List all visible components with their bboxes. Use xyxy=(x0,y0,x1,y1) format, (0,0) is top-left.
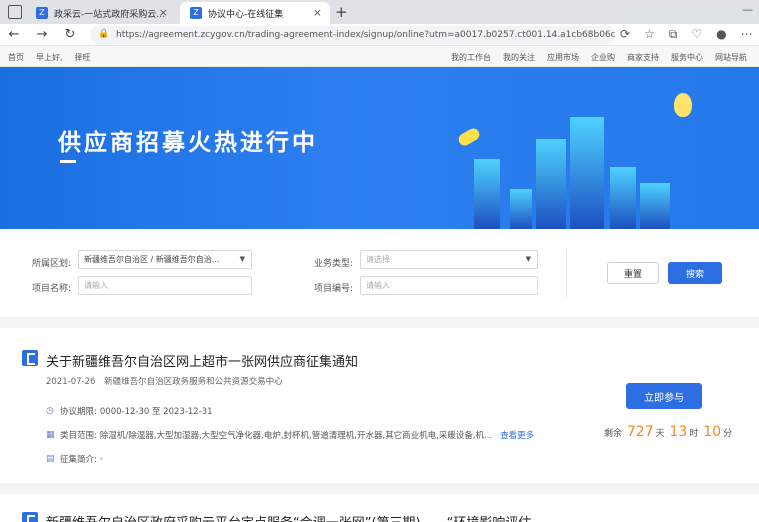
caret-down-icon: ▼ xyxy=(239,255,245,263)
scope-value: 除湿机/除湿器,大型加湿器,大型空气净化器,电炉,封杯机,管道清理机,开水器,其… xyxy=(99,431,493,441)
search-filter-panel: 所属区划: 新疆维吾尔自治区 / 新疆维吾尔自治... ▼ 业务类型: 请选择 … xyxy=(0,229,759,317)
tab-label: 政采云-一站式政府采购云服务平 xyxy=(54,9,168,20)
site-nav-link[interactable]: 网站导航 xyxy=(715,52,747,63)
project-no-placeholder: 请输入 xyxy=(366,281,390,290)
period-value: 0000-12-30 至 2023-12-31 xyxy=(99,407,213,417)
url-text: https://agreement.zcygov.cn/trading-agre… xyxy=(116,30,615,40)
intro-label: 征集简介: xyxy=(60,455,97,465)
project-no-label: 项目编号: xyxy=(314,284,354,294)
countdown-days-unit: 天 xyxy=(655,429,665,439)
profile-avatar-icon[interactable]: ● xyxy=(716,27,726,42)
countdown-hours: 13 xyxy=(669,424,688,440)
document-icon: ▤ xyxy=(46,454,55,464)
balloon-illustration xyxy=(674,93,692,117)
project-no-input[interactable]: 请输入 xyxy=(360,276,538,295)
card-date: 2021-07-26 xyxy=(46,377,96,387)
scope-row: ▦ 类目范围: 除湿机/除湿器,大型加湿器,大型空气净化器,电炉,封杯机,管道清… xyxy=(46,429,534,441)
home-link[interactable]: 首页 xyxy=(8,52,24,63)
capsule-illustration xyxy=(456,126,482,148)
building-illustration xyxy=(474,159,500,229)
my-follow-link[interactable]: 我的关注 xyxy=(503,52,535,63)
building-illustration xyxy=(610,167,636,229)
card-org: 新疆维吾尔自治区政务服务和公共资源交易中心 xyxy=(104,377,283,387)
lock-icon: 🔒 xyxy=(98,29,110,39)
new-tab-button[interactable]: + xyxy=(335,3,348,21)
countdown-minutes: 10 xyxy=(703,424,722,440)
filter-divider xyxy=(566,249,567,299)
greeting-text: 早上好, xyxy=(36,53,63,62)
countdown: 剩余 727 天 13 时 10 分 xyxy=(604,424,732,440)
favorites-icon[interactable]: ☆ xyxy=(644,27,655,42)
browser-address-bar: ← → ↻ 🔒 https://agreement.zcygov.cn/trad… xyxy=(0,24,759,46)
view-more-link[interactable]: 查看更多 xyxy=(500,429,534,441)
browser-tab-bar: Z 政采云-一站式政府采购云服务平 × Z 协议中心-在线征集 × + — xyxy=(0,0,759,24)
flag-icon xyxy=(22,350,38,366)
biz-type-placeholder: 请选择 xyxy=(366,255,390,264)
solicitation-card: 新疆维吾尔自治区政府采购云平台定点服务“会调一张网”(第三期)——“环境影响评估 xyxy=(0,494,759,522)
project-name-input[interactable]: 请输入 xyxy=(78,276,252,295)
category-grid-icon: ▦ xyxy=(46,430,55,440)
building-illustration xyxy=(640,183,670,229)
building-illustration xyxy=(536,139,566,229)
url-input[interactable]: 🔒 https://agreement.zcygov.cn/trading-ag… xyxy=(90,26,615,44)
region-select[interactable]: 新疆维吾尔自治区 / 新疆维吾尔自治... ▼ xyxy=(78,250,252,269)
merchant-support-link[interactable]: 商家支持 xyxy=(627,52,659,63)
recruit-banner: 供应商招募火热进行中 xyxy=(0,67,759,229)
project-name-label: 项目名称: xyxy=(32,284,72,294)
app-market-link[interactable]: 应用市场 xyxy=(547,52,579,63)
building-illustration xyxy=(510,189,532,229)
banner-title-underline xyxy=(60,160,76,163)
period-row: ◷ 协议期限: 0000-12-30 至 2023-12-31 xyxy=(46,405,213,417)
building-illustration xyxy=(570,117,604,229)
minimize-icon[interactable]: — xyxy=(742,3,753,16)
biz-type-select[interactable]: 请选择 ▼ xyxy=(360,250,538,269)
region-label: 所属区划: xyxy=(32,259,72,269)
countdown-minutes-unit: 分 xyxy=(723,429,733,439)
tab-label: 协议中心-在线征集 xyxy=(208,9,284,20)
site-top-bar: 首页 早上好, 择旺 我的工作台 我的关注 应用市场 企业购 商家支持 服务中心… xyxy=(0,47,759,67)
region-select-value: 新疆维吾尔自治区 / 新疆维吾尔自治... xyxy=(84,255,220,264)
reset-button[interactable]: 重置 xyxy=(607,262,659,284)
biz-type-label: 业务类型: xyxy=(314,259,354,269)
project-name-placeholder: 请输入 xyxy=(84,281,108,290)
tab-agreement-center[interactable]: Z 协议中心-在线征集 × xyxy=(180,2,330,24)
refresh-icon[interactable]: ↻ xyxy=(62,27,78,42)
more-menu-icon[interactable]: ⋯ xyxy=(741,27,753,42)
clock-icon: ◷ xyxy=(46,406,54,416)
period-label: 协议期限: xyxy=(60,407,97,417)
enterprise-buy-link[interactable]: 企业购 xyxy=(591,52,615,63)
zcy-favicon-icon: Z xyxy=(36,7,48,19)
banner-title: 供应商招募火热进行中 xyxy=(58,130,318,156)
window-menu-icon[interactable] xyxy=(8,5,22,19)
close-tab-icon[interactable]: × xyxy=(313,6,322,19)
service-center-link[interactable]: 服务中心 xyxy=(671,52,703,63)
flag-icon xyxy=(22,512,38,522)
card-title[interactable]: 新疆维吾尔自治区政府采购云平台定点服务“会调一张网”(第三期)——“环境影响评估 xyxy=(46,512,531,522)
caret-down-icon: ▼ xyxy=(525,255,531,263)
forward-icon[interactable]: → xyxy=(34,27,50,42)
scope-label: 类目范围: xyxy=(60,431,97,441)
zcy-favicon-icon: Z xyxy=(190,7,202,19)
countdown-days: 727 xyxy=(626,424,654,440)
card-title[interactable]: 关于新疆维吾尔自治区网上超市一张网供应商征集通知 xyxy=(46,351,358,370)
browser-essentials-icon[interactable]: ♡ xyxy=(691,27,702,42)
extensions-icon[interactable]: ⟳ xyxy=(620,27,630,42)
back-icon[interactable]: ← xyxy=(6,27,22,42)
tab-zcy-home[interactable]: Z 政采云-一站式政府采购云服务平 × xyxy=(26,2,176,24)
join-now-button[interactable]: 立即参与 xyxy=(626,383,702,409)
countdown-prefix: 剩余 xyxy=(604,429,623,439)
user-name-link[interactable]: 择旺 xyxy=(75,52,91,63)
solicitation-card: 关于新疆维吾尔自治区网上超市一张网供应商征集通知 2021-07-26 新疆维吾… xyxy=(0,328,759,483)
search-button[interactable]: 搜索 xyxy=(668,262,722,284)
intro-row: ▤ 征集简介: - xyxy=(46,453,103,465)
collections-icon[interactable]: ⧉ xyxy=(669,27,678,42)
workbench-link[interactable]: 我的工作台 xyxy=(451,52,491,63)
close-tab-icon[interactable]: × xyxy=(159,6,168,19)
countdown-hours-unit: 时 xyxy=(689,429,699,439)
intro-value: - xyxy=(99,454,103,464)
card-meta: 2021-07-26 新疆维吾尔自治区政务服务和公共资源交易中心 xyxy=(46,375,283,387)
